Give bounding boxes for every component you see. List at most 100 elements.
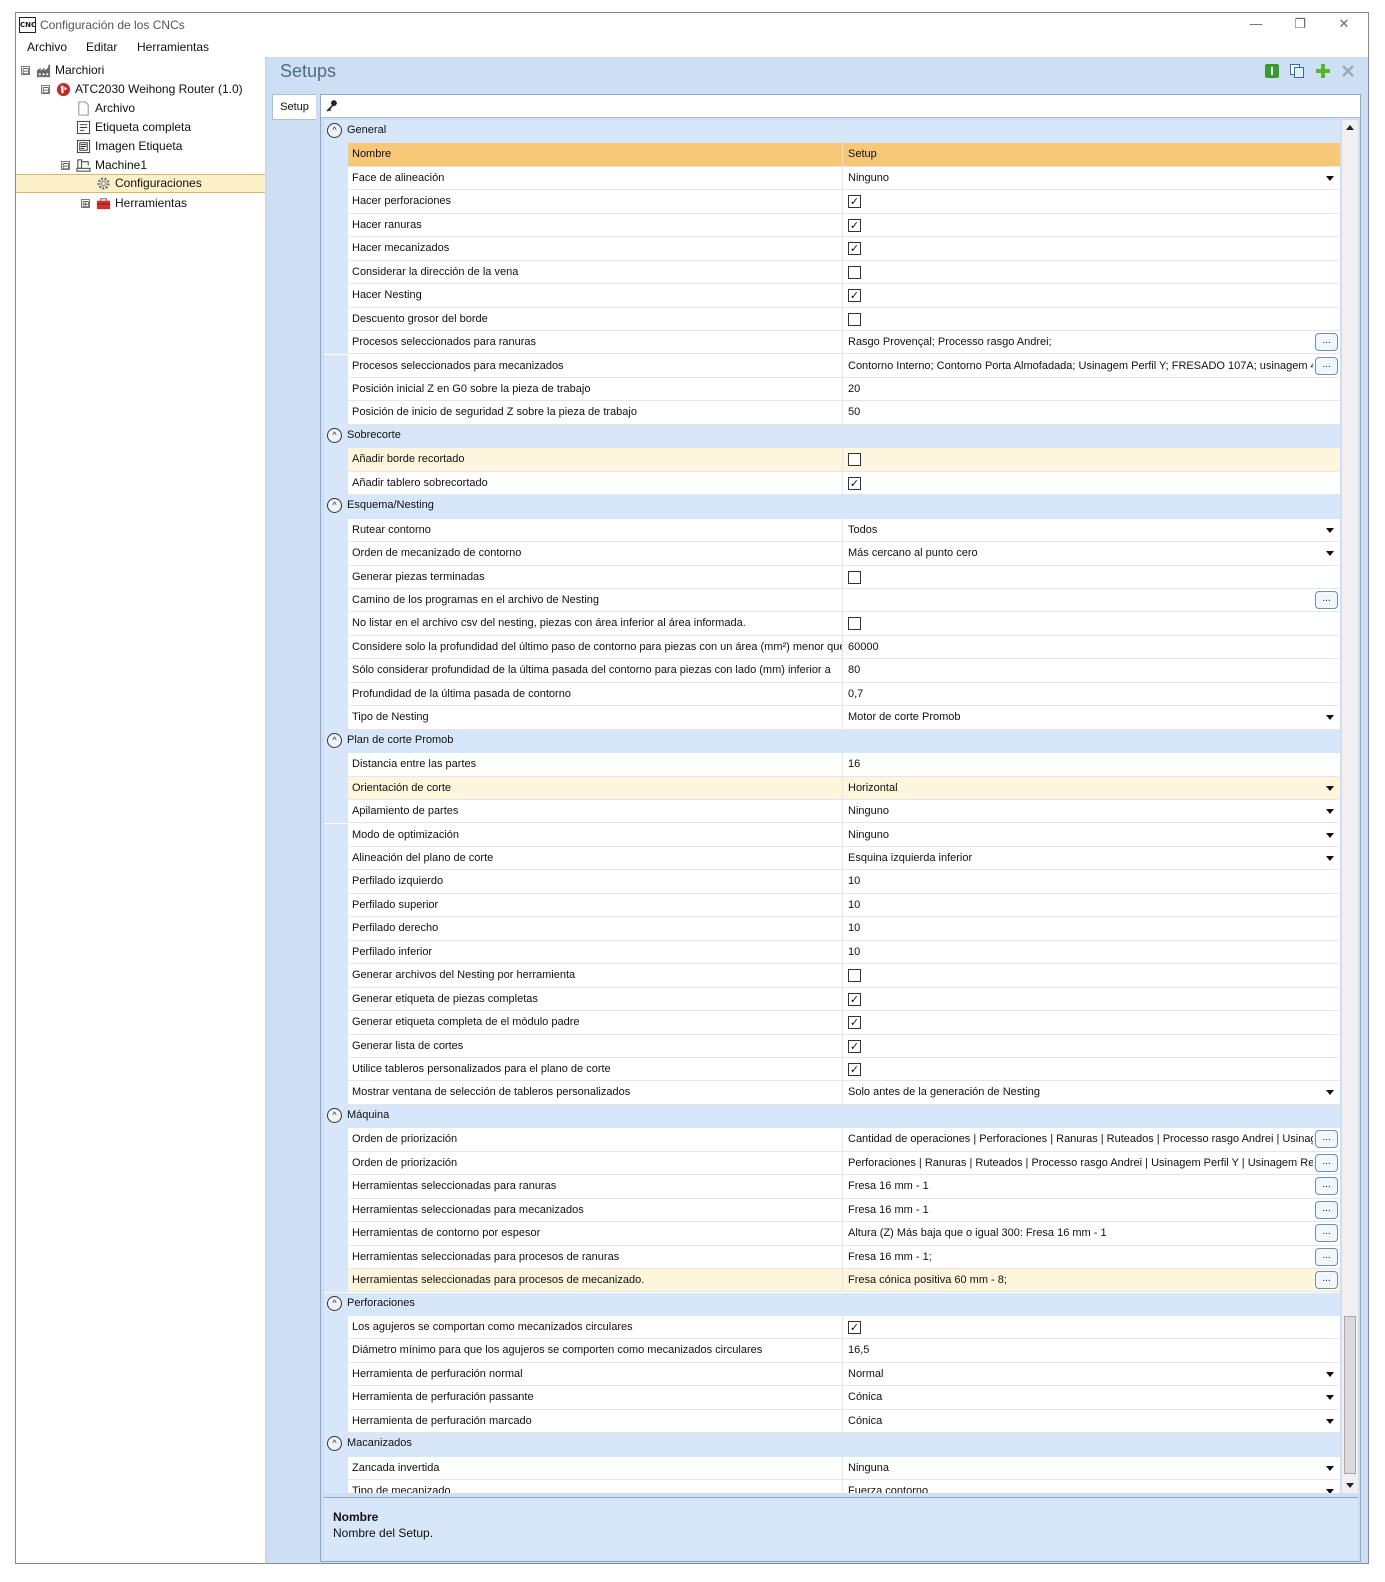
property-row[interactable]: Generar archivos del Nesting por herrami… bbox=[324, 964, 1340, 988]
category-row[interactable]: ^ Macanizados bbox=[324, 1433, 1340, 1457]
checkbox-checked[interactable]: ✓ bbox=[848, 1063, 861, 1076]
property-value[interactable]: ✓ bbox=[843, 1316, 1340, 1340]
tree-node-machine1[interactable]: ⊟ Machine1 bbox=[16, 156, 265, 175]
property-value[interactable]: Cantidad de operaciones | Perforaciones … bbox=[843, 1128, 1340, 1152]
property-row[interactable]: Añadir tablero sobrecortado ✓ bbox=[324, 471, 1340, 496]
property-value[interactable]: 10 bbox=[843, 894, 1340, 918]
property-row[interactable]: Herramienta de perfuración marcado Cónica bbox=[324, 1409, 1340, 1434]
checkbox-checked[interactable]: ✓ bbox=[848, 242, 861, 256]
collapse-category-icon[interactable]: ^ bbox=[327, 1107, 342, 1123]
property-value[interactable]: Motor de corte Promob bbox=[843, 706, 1340, 730]
scrollbar-thumb[interactable] bbox=[1344, 1316, 1356, 1474]
property-row[interactable]: Generar lista de cortes ✓ bbox=[324, 1034, 1340, 1058]
property-row[interactable]: Face de alineación Ninguno bbox=[324, 166, 1340, 191]
tree-node-herramientas[interactable]: ⊞ Herramientas bbox=[16, 194, 265, 213]
property-value[interactable]: 16 bbox=[843, 753, 1340, 777]
property-value[interactable]: Horizontal bbox=[843, 776, 1340, 801]
property-value[interactable]: 0,7 bbox=[843, 683, 1340, 707]
property-row[interactable]: Generar etiqueta de piezas completas ✓ bbox=[324, 987, 1340, 1012]
property-value[interactable]: ✓ bbox=[843, 988, 1340, 1012]
dropdown-arrow-icon[interactable] bbox=[1326, 809, 1334, 815]
checkbox-checked[interactable]: ✓ bbox=[848, 289, 861, 303]
dropdown-arrow-icon[interactable] bbox=[1326, 1418, 1334, 1424]
collapse-toggle[interactable]: ⊟ bbox=[61, 161, 70, 171]
vertical-scrollbar[interactable] bbox=[1342, 120, 1358, 1493]
property-value[interactable] bbox=[843, 448, 1340, 472]
property-value[interactable]: Todos bbox=[843, 519, 1340, 543]
property-row[interactable]: Perfilado derecho 10 bbox=[324, 917, 1340, 941]
property-value[interactable]: Ninguna bbox=[843, 1457, 1340, 1481]
property-row[interactable]: Procesos seleccionados para ranuras Rasgo… bbox=[324, 331, 1340, 355]
tree-node-archivo[interactable]: Archivo bbox=[16, 99, 265, 118]
dropdown-arrow-icon[interactable] bbox=[1326, 551, 1334, 557]
menu-herramientas[interactable]: Herramientas bbox=[137, 40, 209, 54]
ellipsis-button[interactable]: ... bbox=[1315, 1153, 1338, 1172]
property-row[interactable]: Perfilado inferior 10 bbox=[324, 940, 1340, 965]
collapse-category-icon[interactable]: ^ bbox=[327, 732, 342, 748]
property-value[interactable]: ... bbox=[843, 589, 1340, 613]
property-value[interactable]: Ninguno bbox=[843, 800, 1340, 824]
property-row[interactable]: Hacer perforaciones ✓ bbox=[324, 190, 1340, 214]
collapse-toggle[interactable]: ⊟ bbox=[21, 66, 30, 76]
maximize-button[interactable]: ❐ bbox=[1278, 13, 1322, 37]
property-row[interactable]: Perfilado superior 10 bbox=[324, 893, 1340, 918]
property-value[interactable]: ✓ bbox=[843, 214, 1340, 238]
checkbox-checked[interactable]: ✓ bbox=[848, 1039, 861, 1053]
expand-toggle[interactable]: ⊞ bbox=[81, 199, 90, 209]
property-row[interactable]: Camino de los programas en el archivo de… bbox=[324, 589, 1340, 613]
ellipsis-button[interactable]: ... bbox=[1315, 1247, 1338, 1266]
property-value[interactable]: ✓ bbox=[843, 1035, 1340, 1058]
category-row[interactable]: ^ General bbox=[324, 120, 1340, 144]
property-value[interactable]: Perforaciones | Ranuras | Ruteados | Pro… bbox=[843, 1152, 1340, 1176]
dropdown-arrow-icon[interactable] bbox=[1326, 832, 1334, 838]
tree-node-imagen-etiqueta[interactable]: Imagen Etiqueta bbox=[16, 137, 265, 156]
add-icon[interactable] bbox=[1315, 63, 1331, 79]
property-row[interactable]: Hacer ranuras ✓ bbox=[324, 213, 1340, 238]
dropdown-arrow-icon[interactable] bbox=[1326, 1395, 1334, 1401]
checkbox-checked[interactable]: ✓ bbox=[848, 1016, 861, 1030]
property-row[interactable]: Procesos seleccionados para mecanizados C… bbox=[324, 354, 1340, 378]
dropdown-arrow-icon[interactable] bbox=[1326, 527, 1334, 533]
property-value[interactable]: Contorno Interno; Contorno Porta Almofad… bbox=[843, 355, 1340, 378]
delete-icon[interactable] bbox=[1340, 63, 1356, 79]
property-value[interactable] bbox=[843, 612, 1340, 636]
checkbox-checked[interactable]: ✓ bbox=[848, 1320, 861, 1334]
property-value[interactable]: 10 bbox=[843, 917, 1340, 941]
property-row[interactable]: Sólo considerar profundidad de la última… bbox=[324, 659, 1340, 683]
property-row[interactable]: Modo de optimización Ninguno bbox=[324, 823, 1340, 847]
collapse-category-icon[interactable]: ^ bbox=[327, 123, 342, 138]
collapse-category-icon[interactable]: ^ bbox=[327, 498, 342, 514]
property-value[interactable] bbox=[843, 308, 1340, 332]
ellipsis-button[interactable]: ... bbox=[1315, 1130, 1338, 1149]
property-value[interactable]: ✓ bbox=[843, 1011, 1340, 1035]
property-value[interactable]: 10 bbox=[843, 870, 1340, 894]
menu-archivo[interactable]: Archivo bbox=[27, 40, 67, 54]
dropdown-arrow-icon[interactable] bbox=[1326, 1465, 1334, 1471]
property-row[interactable]: No listar en el archivo csv del nesting,… bbox=[324, 612, 1340, 636]
property-value[interactable]: Fresa 16 mm - 1;... bbox=[843, 1246, 1340, 1270]
property-row[interactable]: Orden de priorización Perforaciones | Ran… bbox=[324, 1151, 1340, 1176]
ellipsis-button[interactable]: ... bbox=[1315, 1177, 1338, 1196]
ellipsis-button[interactable]: ... bbox=[1315, 1200, 1338, 1219]
property-row[interactable]: Hacer mecanizados ✓ bbox=[324, 237, 1340, 261]
property-row[interactable]: Distancia entre las partes 16 bbox=[324, 753, 1340, 777]
property-row[interactable]: Perfilado izquierdo 10 bbox=[324, 870, 1340, 894]
property-value[interactable]: Fresa 16 mm - 1... bbox=[843, 1175, 1340, 1199]
ellipsis-button[interactable]: ... bbox=[1315, 1224, 1338, 1243]
property-row[interactable]: Descuento grosor del borde bbox=[324, 307, 1340, 332]
property-row[interactable]: Generar etiqueta completa de el módulo p… bbox=[324, 1011, 1340, 1035]
property-row[interactable]: Tipo de mecanizado Fuerza contorno bbox=[324, 1480, 1340, 1493]
category-row[interactable]: ^ Sobrecorte bbox=[324, 424, 1340, 449]
property-value[interactable]: Fresa cónica positiva 60 mm - 8;... bbox=[843, 1269, 1340, 1293]
dropdown-arrow-icon[interactable] bbox=[1326, 785, 1334, 791]
property-row[interactable]: Posición de inicio de seguridad Z sobre … bbox=[324, 401, 1340, 425]
checkbox-unchecked[interactable] bbox=[848, 453, 861, 467]
tree-node-configuraciones[interactable]: Configuraciones bbox=[16, 174, 265, 193]
property-value[interactable]: 80 bbox=[843, 659, 1340, 683]
checkbox-unchecked[interactable] bbox=[848, 265, 861, 279]
property-row[interactable]: Rutear contorno Todos bbox=[324, 518, 1340, 543]
category-row[interactable]: ^ Máquina bbox=[324, 1104, 1340, 1129]
property-value[interactable]: Setup bbox=[843, 143, 1340, 167]
close-button[interactable]: ✕ bbox=[1322, 13, 1366, 37]
property-row[interactable]: Añadir borde recortado bbox=[324, 448, 1340, 472]
